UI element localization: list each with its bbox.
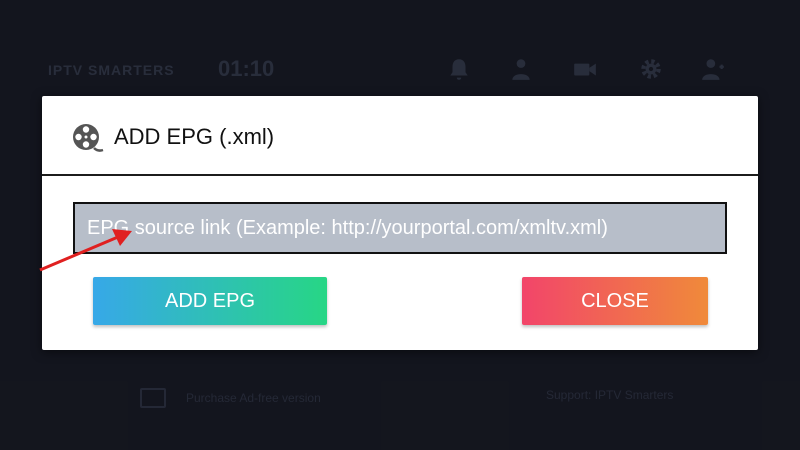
add-epg-dialog: ADD EPG (.xml) ADD EPG CLOSE	[42, 96, 758, 350]
close-button[interactable]: CLOSE	[522, 277, 708, 325]
dialog-title: ADD EPG (.xml)	[114, 124, 275, 149]
film-reel-icon	[73, 124, 104, 152]
dialog-header: ADD EPG (.xml)	[42, 96, 758, 176]
add-epg-button[interactable]: ADD EPG	[93, 277, 327, 325]
epg-source-input[interactable]	[73, 202, 727, 254]
